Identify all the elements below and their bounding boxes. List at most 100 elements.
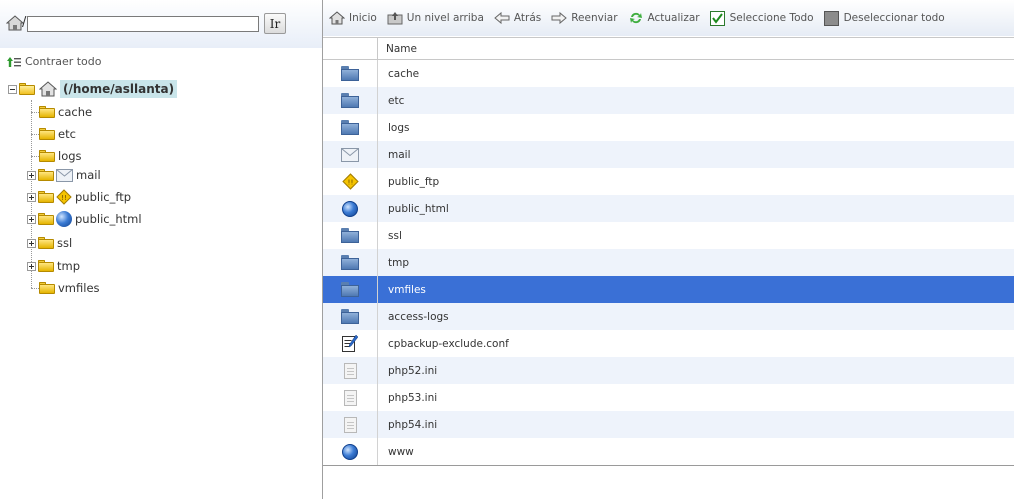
- file-icon-cell: [323, 249, 378, 276]
- globe-icon: [342, 200, 358, 217]
- file-name[interactable]: public_html: [378, 203, 449, 215]
- collapse-toggle-icon[interactable]: [8, 84, 17, 94]
- tree-node-label: logs: [58, 149, 82, 163]
- file-name[interactable]: www: [378, 446, 414, 458]
- file-row[interactable]: public_html: [323, 195, 1014, 222]
- tree-node-logs[interactable]: logs: [31, 147, 82, 165]
- icon-column-header: [323, 38, 378, 59]
- config-file-icon: [342, 335, 358, 352]
- tree-root[interactable]: (/home/asllanta): [8, 79, 178, 99]
- folder-icon: [38, 237, 54, 249]
- file-name[interactable]: mail: [378, 149, 411, 161]
- expand-toggle-icon[interactable]: [27, 214, 36, 224]
- folder-icon: [341, 228, 359, 243]
- deselect-all-button[interactable]: Deseleccionar todo: [823, 11, 945, 26]
- file-row[interactable]: !! public_ftp: [323, 168, 1014, 195]
- home-icon: [38, 81, 58, 97]
- file-name[interactable]: access-logs: [378, 311, 449, 323]
- tree-node-tmp[interactable]: tmp: [27, 257, 80, 275]
- path-input[interactable]: [27, 16, 259, 32]
- tree-node-ssl[interactable]: ssl: [27, 234, 72, 252]
- tree-node-vmfiles[interactable]: vmfiles: [31, 279, 100, 297]
- file-list-bottom-border: [323, 465, 1014, 466]
- tree-node-cache[interactable]: cache: [31, 103, 92, 121]
- file-name[interactable]: php53.ini: [378, 392, 437, 404]
- file-list-header: Name: [323, 37, 1014, 60]
- folder-icon: [39, 106, 55, 118]
- folder-icon: [39, 150, 55, 162]
- tree-node-public-html[interactable]: public_html: [27, 210, 142, 228]
- folder-icon: [341, 120, 359, 135]
- file-icon-cell: [323, 195, 378, 222]
- file-row[interactable]: etc: [323, 87, 1014, 114]
- back-button[interactable]: Atrás: [494, 11, 541, 25]
- file-row[interactable]: mail: [323, 141, 1014, 168]
- file-row[interactable]: vmfiles: [323, 276, 1014, 303]
- folder-icon: [341, 93, 359, 108]
- file-row[interactable]: access-logs: [323, 303, 1014, 330]
- tree-node-label: tmp: [57, 259, 81, 273]
- file-row[interactable]: cpbackup-exclude.conf: [323, 330, 1014, 357]
- file-name[interactable]: tmp: [378, 257, 409, 269]
- name-column-header[interactable]: Name: [378, 38, 417, 59]
- file-icon-cell: [323, 87, 378, 114]
- file-name[interactable]: public_ftp: [378, 176, 439, 188]
- file-row[interactable]: tmp: [323, 249, 1014, 276]
- collapse-all-link[interactable]: Contraer todo: [7, 55, 102, 68]
- path-bar: / Ir: [0, 0, 322, 48]
- svg-text:!!: !!: [61, 194, 67, 202]
- expand-toggle-icon[interactable]: [27, 192, 36, 202]
- forward-button[interactable]: Reenviar: [551, 11, 618, 25]
- file-name[interactable]: ssl: [378, 230, 402, 242]
- go-button[interactable]: Ir: [264, 13, 286, 34]
- expand-toggle-icon[interactable]: [27, 238, 36, 248]
- mail-icon: [341, 147, 359, 162]
- tree-node-label: vmfiles: [58, 281, 100, 295]
- tree-node-label: public_html: [75, 212, 142, 226]
- folder-icon: [38, 260, 54, 272]
- tree-node-label: cache: [58, 105, 93, 119]
- file-row[interactable]: cache: [323, 60, 1014, 87]
- ftp-icon: !!: [341, 173, 359, 190]
- checkbox-checked-icon: [709, 11, 726, 26]
- file-rows: cache etc logs mail!! public_ftp public_html s…: [323, 60, 1014, 465]
- file-icon-cell: [323, 357, 378, 384]
- file-icon-cell: [323, 276, 378, 303]
- file-row[interactable]: php53.ini: [323, 384, 1014, 411]
- expand-toggle-icon[interactable]: [27, 261, 36, 271]
- home-button[interactable]: Inicio: [328, 11, 377, 25]
- file-icon-cell: [323, 411, 378, 438]
- file-row[interactable]: php52.ini: [323, 357, 1014, 384]
- expand-toggle-icon[interactable]: [27, 170, 36, 180]
- file-name[interactable]: etc: [378, 95, 404, 107]
- file-icon-cell: [323, 60, 378, 87]
- file-row[interactable]: ssl: [323, 222, 1014, 249]
- globe-icon: [56, 211, 72, 227]
- up-level-button[interactable]: Un nivel arriba: [387, 11, 484, 25]
- tree-node-label: mail: [76, 168, 101, 182]
- folder-icon: [38, 191, 54, 203]
- file-list: Name cache etc logs mail!! public_ftp public_…: [323, 37, 1014, 466]
- file-row[interactable]: logs: [323, 114, 1014, 141]
- folder-icon: [38, 213, 54, 225]
- tree-node-etc[interactable]: etc: [31, 125, 76, 143]
- tree-node-mail[interactable]: mail: [27, 166, 101, 184]
- refresh-button[interactable]: Actualizar: [628, 11, 700, 25]
- file-name[interactable]: php54.ini: [378, 419, 437, 431]
- file-row[interactable]: www: [323, 438, 1014, 465]
- file-name[interactable]: vmfiles: [378, 284, 426, 296]
- file-name[interactable]: logs: [378, 122, 409, 134]
- file-name[interactable]: cache: [378, 68, 419, 80]
- file-name[interactable]: php52.ini: [378, 365, 437, 377]
- file-toolbar: Inicio Un nivel arriba Atrás Reenviar Ac…: [323, 0, 1014, 36]
- tree-node-public-ftp[interactable]: !! public_ftp: [27, 188, 131, 206]
- file-icon-cell: !!: [323, 168, 378, 195]
- file-row[interactable]: php54.ini: [323, 411, 1014, 438]
- tree-node-label: etc: [58, 127, 76, 141]
- globe-icon: [342, 443, 358, 460]
- select-all-button[interactable]: Seleccione Todo: [709, 11, 814, 26]
- file-name[interactable]: cpbackup-exclude.conf: [378, 338, 509, 350]
- forward-label: Reenviar: [571, 12, 618, 24]
- folder-icon: [341, 309, 359, 324]
- select-all-label: Seleccione Todo: [729, 12, 814, 24]
